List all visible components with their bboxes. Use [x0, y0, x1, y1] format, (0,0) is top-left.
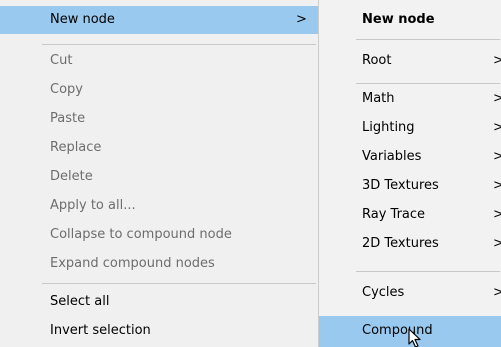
submenu-item-root[interactable]: Root >	[319, 47, 501, 75]
menu-item-label: Math	[362, 91, 395, 106]
menu-separator	[42, 283, 316, 284]
submenu-item-math[interactable]: Math >	[319, 85, 501, 113]
menu-item-delete[interactable]: Delete	[0, 163, 318, 191]
submenu-title: New node	[319, 6, 501, 34]
menu-item-label: New node	[50, 12, 115, 27]
menu-item-cut[interactable]: Cut	[0, 47, 318, 75]
submenu-arrow-icon: >	[493, 53, 501, 68]
menu-item-apply-to-all[interactable]: Apply to all...	[0, 192, 318, 220]
menu-separator	[356, 39, 500, 40]
menu-item-label: Variables	[362, 149, 422, 164]
mouse-pointer-icon	[408, 328, 421, 347]
menu-item-label: Root	[362, 53, 392, 68]
submenu-arrow-icon: >	[493, 178, 501, 193]
menu-item-label: Invert selection	[50, 323, 151, 338]
menu-item-label: Compound	[362, 323, 433, 338]
menu-item-label: Expand compound nodes	[50, 256, 215, 271]
menu-item-expand-compound[interactable]: Expand compound nodes	[0, 250, 318, 278]
submenu-arrow-icon: >	[493, 91, 501, 106]
menu-item-label: Collapse to compound node	[50, 227, 232, 242]
menu-item-label: Cycles	[362, 285, 405, 300]
new-node-submenu: New node Root > Math > Lighting > Variab…	[318, 0, 501, 347]
menu-separator	[42, 44, 316, 45]
menu-item-new-node[interactable]: New node >	[0, 6, 318, 34]
submenu-arrow-icon: >	[296, 12, 307, 27]
menu-item-label: Apply to all...	[50, 198, 136, 213]
menu-item-label: Copy	[50, 82, 83, 97]
menu-separator	[356, 83, 500, 84]
menu-item-paste[interactable]: Paste	[0, 105, 318, 133]
submenu-arrow-icon: >	[493, 120, 501, 135]
submenu-arrow-icon: >	[493, 236, 501, 251]
menu-item-copy[interactable]: Copy	[0, 76, 318, 104]
submenu-arrow-icon: >	[493, 207, 501, 222]
menu-item-label: 2D Textures	[362, 236, 439, 251]
menu-item-label: Paste	[50, 111, 86, 126]
context-menu-screen: New node > Cut Copy Paste Replace Delete…	[0, 0, 501, 347]
submenu-item-lighting[interactable]: Lighting >	[319, 114, 501, 142]
menu-separator	[356, 271, 500, 272]
submenu-title-label: New node	[362, 12, 435, 27]
menu-item-label: 3D Textures	[362, 178, 439, 193]
menu-item-label: Replace	[50, 140, 102, 155]
context-menu: New node > Cut Copy Paste Replace Delete…	[0, 0, 318, 347]
menu-item-label: Delete	[50, 169, 93, 184]
menu-item-invert-selection[interactable]: Invert selection	[0, 317, 318, 345]
submenu-item-variables[interactable]: Variables >	[319, 143, 501, 171]
menu-item-label: Lighting	[362, 120, 415, 135]
menu-item-label: Ray Trace	[362, 207, 426, 222]
submenu-item-cycles[interactable]: Cycles >	[319, 279, 501, 307]
menu-item-replace[interactable]: Replace	[0, 134, 318, 162]
submenu-arrow-icon: >	[493, 285, 501, 300]
menu-item-collapse-to-compound[interactable]: Collapse to compound node	[0, 221, 318, 249]
menu-item-label: Cut	[50, 53, 73, 68]
submenu-item-2d-textures[interactable]: 2D Textures >	[319, 230, 501, 258]
menu-item-label: Select all	[50, 294, 110, 309]
submenu-arrow-icon: >	[493, 149, 501, 164]
submenu-item-ray-trace[interactable]: Ray Trace >	[319, 201, 501, 229]
submenu-item-3d-textures[interactable]: 3D Textures >	[319, 172, 501, 200]
menu-item-select-all[interactable]: Select all	[0, 288, 318, 316]
